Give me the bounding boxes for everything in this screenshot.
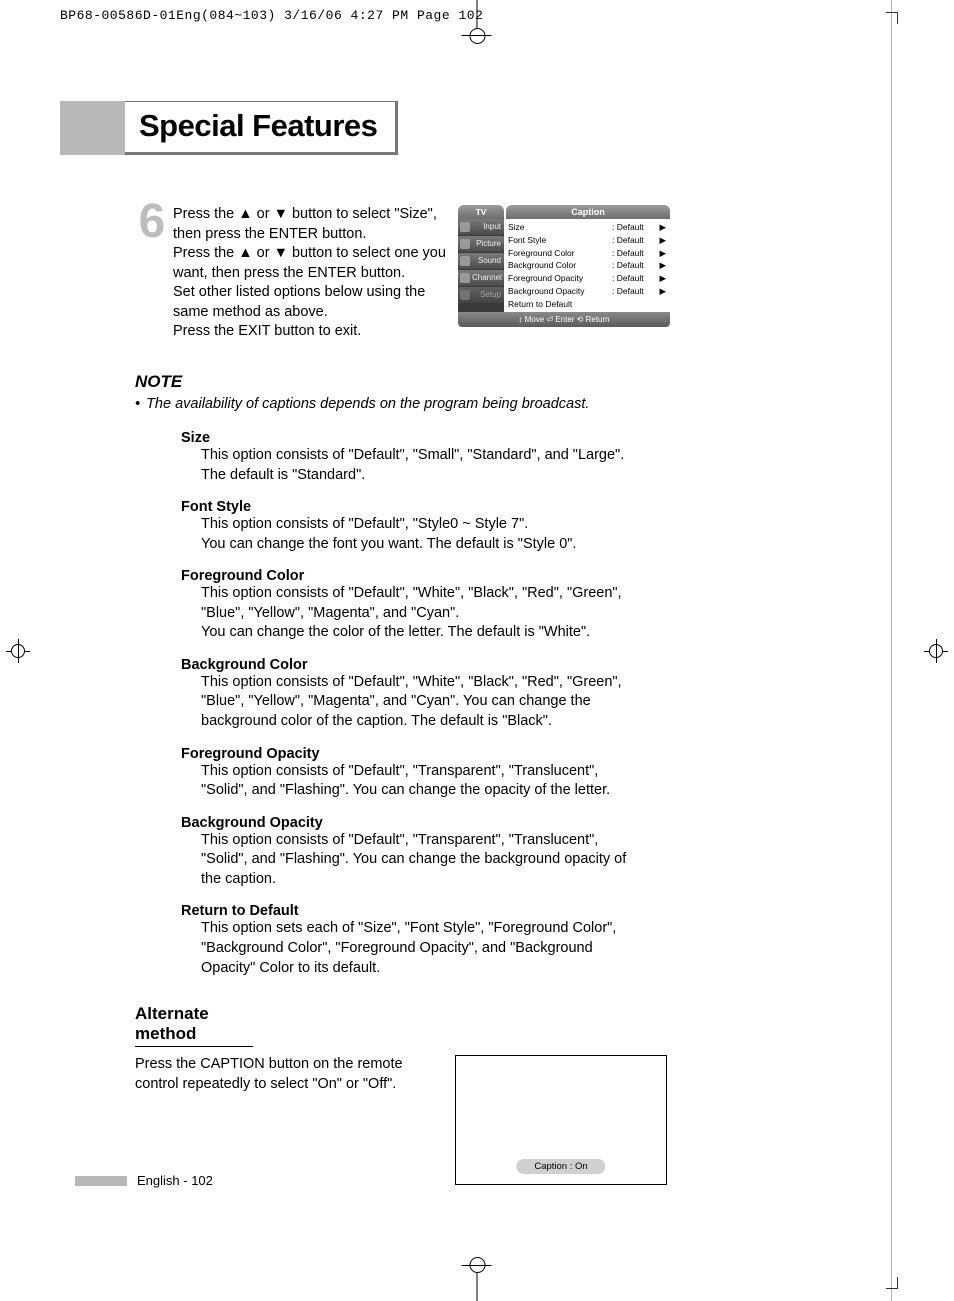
registration-left <box>6 639 30 663</box>
opt-desc: This option sets each of "Size", "Font S… <box>201 919 639 978</box>
opt-desc: This option consists of "Default", "Whit… <box>201 584 639 643</box>
opt-desc: This option consists of "Default", "Tran… <box>201 762 639 801</box>
opt-bgcolor: Background Color This option consists of… <box>181 657 670 732</box>
opt-size: Size This option consists of "Default", … <box>181 430 670 485</box>
alternate-text: Press the CAPTION button on the remote c… <box>135 1055 435 1185</box>
osd-tv-label: TV <box>458 205 504 219</box>
title-accent <box>60 101 125 155</box>
osd-side-picture: Picture <box>458 236 504 252</box>
osd-row-return: Return to Default <box>508 298 666 311</box>
osd-side-channel: Channel <box>458 270 504 286</box>
osd-side-setup: Setup <box>458 287 504 303</box>
opt-title: Size <box>181 430 670 446</box>
opt-desc: This option consists of "Default", "Smal… <box>201 446 639 485</box>
opt-fontstyle: Font Style This option consists of "Defa… <box>181 499 670 554</box>
alternate-heading: Alternate method <box>135 1004 253 1047</box>
osd-row-fgopacity: Foreground Opacity: Default▶ <box>508 272 666 285</box>
trim-line <box>891 0 892 1301</box>
note-heading: NOTE <box>135 372 670 392</box>
opt-title: Background Opacity <box>181 815 670 831</box>
opt-fgcolor: Foreground Color This option consists of… <box>181 568 670 643</box>
opt-title: Foreground Color <box>181 568 670 584</box>
osd-title: Caption <box>506 205 670 219</box>
trim-corner-br <box>886 1277 898 1289</box>
options-block: Size This option consists of "Default", … <box>181 430 670 978</box>
osd-row-bgopacity: Background Opacity: Default▶ <box>508 285 666 298</box>
step-number: 6 <box>135 203 169 342</box>
opt-return: Return to Default This option sets each … <box>181 903 670 978</box>
opt-title: Font Style <box>181 499 670 515</box>
note-line: • The availability of captions depends o… <box>135 396 670 412</box>
opt-desc: This option consists of "Default", "Whit… <box>201 673 639 732</box>
osd-row-fontstyle: Font Style: Default▶ <box>508 234 666 247</box>
osd-row-fgcolor: Foreground Color: Default▶ <box>508 247 666 260</box>
bullet-icon: • <box>135 396 140 412</box>
trim-corner-tr <box>886 12 898 24</box>
osd-footer: ↕ Move ⏎ Enter ⟲ Return <box>458 312 670 327</box>
title-bar: Special Features <box>60 101 954 155</box>
osd-side-input: Input <box>458 219 504 235</box>
footer-accent <box>75 1176 127 1186</box>
note-text: The availability of captions depends on … <box>146 396 589 412</box>
opt-desc: This option consists of "Default", "Tran… <box>201 831 639 890</box>
osd-list: Size: Default▶ Font Style: Default▶ Fore… <box>504 219 670 312</box>
opt-title: Foreground Opacity <box>181 746 670 762</box>
page-footer: English - 102 <box>75 1173 213 1188</box>
opt-fgopacity: Foreground Opacity This option consists … <box>181 746 670 801</box>
step-text: Press the ▲ or ▼ button to select "Size"… <box>173 205 453 342</box>
crop-mark-top <box>477 0 478 30</box>
page-title: Special Features <box>125 101 398 155</box>
osd-row-bgcolor: Background Color: Default▶ <box>508 259 666 272</box>
registration-right <box>924 639 948 663</box>
opt-title: Background Color <box>181 657 670 673</box>
tv-screen-box: Caption : On <box>455 1055 667 1185</box>
osd-sidebar: Input Picture Sound Channel Setup <box>458 219 504 312</box>
opt-bgopacity: Background Opacity This option consists … <box>181 815 670 890</box>
osd-side-sound: Sound <box>458 253 504 269</box>
caption-pill: Caption : On <box>516 1159 605 1174</box>
opt-desc: This option consists of "Default", "Styl… <box>201 515 639 554</box>
footer-text: English - 102 <box>137 1173 213 1188</box>
osd-row-size: Size: Default▶ <box>508 221 666 234</box>
crop-mark-bottom <box>477 1271 478 1301</box>
osd-screenshot: TV Caption Input Picture Sound Channel S… <box>458 205 670 327</box>
opt-title: Return to Default <box>181 903 670 919</box>
